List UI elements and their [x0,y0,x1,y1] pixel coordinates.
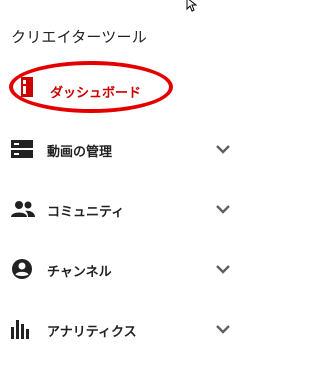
sidebar-item-channel[interactable]: チャンネル [0,251,247,287]
sidebar-item-label: 動画の管理 [47,145,113,160]
chevron-down-icon[interactable] [215,202,231,216]
chevron-down-icon[interactable] [215,322,231,336]
sidebar-title: クリエイターツール [11,28,147,46]
community-icon [11,201,35,217]
dashboard-icon [21,77,33,97]
sidebar-item-label: アナリティクス [47,325,137,340]
chevron-down-icon[interactable] [215,262,231,276]
chevron-down-icon[interactable] [215,142,231,156]
sidebar-item-dashboard[interactable]: ダッシュボード [0,74,247,110]
analytics-icon [11,320,29,339]
sidebar-item-community[interactable]: コミュニティ [0,191,247,227]
sidebar-item-analytics[interactable]: アナリティクス [0,311,247,347]
mouse-cursor-icon [186,0,198,12]
sidebar-item-label: チャンネル [47,265,112,280]
sidebar-item-label: コミュニティ [47,205,125,220]
sidebar-item-label: ダッシュボード [50,86,142,101]
video-manager-icon [11,140,33,158]
sidebar-item-video-manager[interactable]: 動画の管理 [0,131,247,167]
channel-icon [12,259,32,279]
creator-tools-sidebar: クリエイターツール ダッシュボード 動画の管理 コミュニティ チャンネル アナリ… [0,0,247,374]
